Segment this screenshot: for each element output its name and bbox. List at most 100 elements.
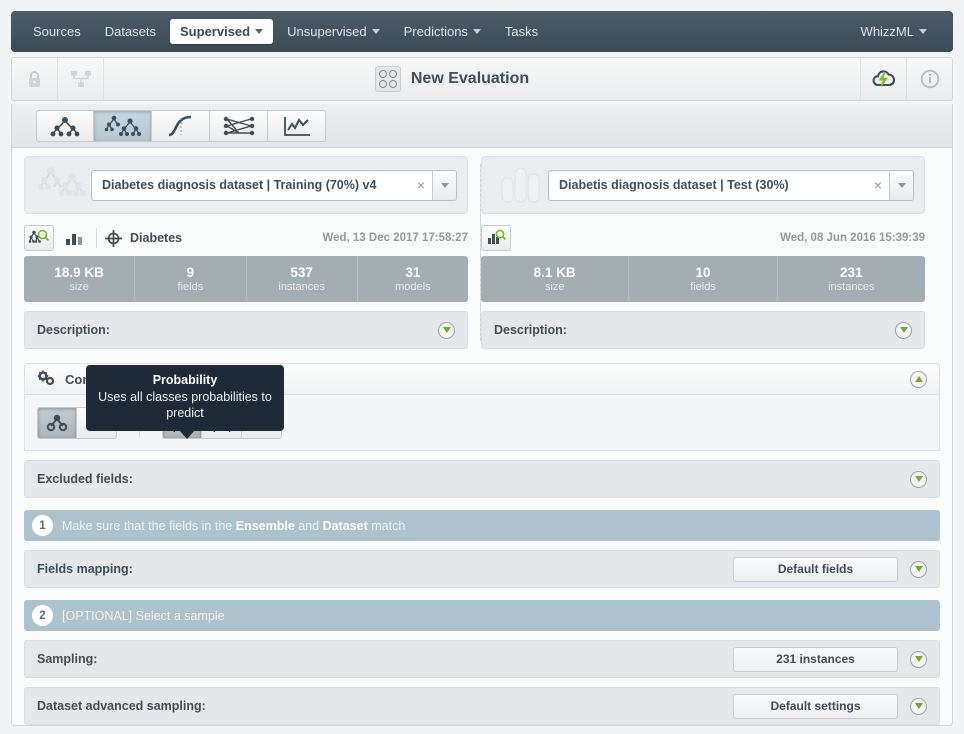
stat-label: fields: [690, 281, 716, 293]
tree-outline-icon: [44, 413, 70, 433]
nav-item-label: Tasks: [505, 24, 538, 39]
step-text-part: Make sure that the fields in the: [62, 519, 236, 533]
time-series-icon: [282, 115, 312, 137]
expand-down-icon[interactable]: [910, 561, 927, 578]
nav-item-tasks[interactable]: Tasks: [495, 19, 548, 44]
dataset-created-date: Wed, 08 Jun 2016 15:39:39: [780, 232, 925, 244]
clear-icon[interactable]: ×: [410, 177, 432, 193]
expand-down-icon[interactable]: [438, 322, 455, 339]
ensemble-preview-button[interactable]: [24, 225, 54, 251]
dataset-description-row[interactable]: Description:: [481, 311, 925, 349]
nav-item-whizzml[interactable]: WhizzML: [851, 19, 937, 44]
chevron-down-icon[interactable]: [889, 171, 913, 200]
expand-down-icon[interactable]: [895, 322, 912, 339]
divider: [96, 228, 97, 248]
dataset-icon: [492, 163, 548, 207]
probability-tooltip: Probability Uses all classes probabiliti…: [86, 365, 284, 431]
nav-item-label: Predictions: [404, 24, 468, 39]
advanced-sampling-value[interactable]: Default settings: [733, 694, 898, 719]
sampling-value[interactable]: 231 instances: [733, 647, 898, 672]
step-2-text: [OPTIONAL] Select a sample: [62, 609, 225, 623]
nav-item-datasets[interactable]: Datasets: [95, 19, 166, 44]
ensemble-created-date: Wed, 13 Dec 2017 17:58:27: [322, 232, 468, 244]
step-text-bold: Dataset: [323, 519, 368, 533]
single-model-mode-button[interactable]: [37, 407, 77, 439]
nav-item-unsupervised[interactable]: Unsupervised: [277, 19, 390, 44]
dataset-select-input[interactable]: Diabetis diagnosis dataset | Test (30%) …: [548, 170, 914, 201]
fields-mapping-label: Fields mapping:: [37, 562, 133, 576]
collapse-up-icon[interactable]: [910, 371, 927, 388]
tab-logistic-regression[interactable]: [152, 110, 210, 142]
ensemble-search-icon: [29, 229, 49, 247]
tab-deepnet[interactable]: [210, 110, 268, 142]
decision-tree-icon: [48, 115, 82, 137]
step-2-banner: 2 [OPTIONAL] Select a sample: [24, 600, 940, 631]
tooltip-body: Uses all classes probabilities to predic…: [96, 389, 274, 421]
step-text-part: match: [368, 519, 406, 533]
step-1-banner: 1 Make sure that the fields in the Ensem…: [24, 510, 940, 541]
cloud-bolt-icon: [871, 69, 897, 89]
stat-label: fields: [178, 281, 204, 293]
dataset-pane: Diabetis diagnosis dataset | Test (30%) …: [481, 156, 925, 349]
expand-down-icon[interactable]: [910, 651, 927, 668]
step-1-text: Make sure that the fields in the Ensembl…: [62, 519, 405, 533]
page-title-wrapper: New Evaluation: [44, 66, 860, 92]
stat-item: 9 fields: [135, 256, 246, 302]
gears-icon: [37, 370, 57, 388]
resource-selection-panes: Diabetes diagnosis dataset | Training (7…: [12, 148, 952, 349]
sampling-label: Sampling:: [37, 652, 97, 666]
description-label: Description:: [37, 323, 110, 337]
dataset-stats: 8.1 KB size 10 fields 231 instances: [481, 256, 925, 302]
nav-item-label: Supervised: [180, 24, 250, 39]
stat-value: 9: [187, 265, 195, 280]
stat-label: size: [545, 281, 565, 293]
info-button[interactable]: [906, 58, 952, 100]
step-text-bold: Ensemble: [236, 519, 295, 533]
dataset-selector-box: Diabetis diagnosis dataset | Test (30%) …: [481, 156, 925, 214]
lock-icon: [27, 70, 42, 88]
quick-action-button[interactable]: [860, 58, 906, 100]
dataset-preview-button[interactable]: [481, 225, 511, 251]
sampling-row[interactable]: Sampling: 231 instances: [24, 640, 940, 678]
tab-ensemble[interactable]: [94, 110, 152, 142]
ensemble-description-row[interactable]: Description:: [24, 311, 468, 349]
stat-item: 10 fields: [629, 256, 777, 302]
expand-down-icon[interactable]: [910, 471, 927, 488]
tab-model[interactable]: [36, 110, 94, 142]
stat-item: 18.9 KB size: [24, 256, 135, 302]
nav-item-label: Datasets: [105, 24, 156, 39]
ensemble-histogram-icon[interactable]: [62, 225, 88, 251]
step-text-part: and: [295, 519, 323, 533]
header-actions: [860, 58, 952, 100]
ensemble-select-input[interactable]: Diabetes diagnosis dataset | Training (7…: [91, 170, 457, 201]
chevron-down-icon[interactable]: [432, 171, 456, 200]
expand-down-icon[interactable]: [910, 698, 927, 715]
info-icon: [920, 69, 940, 89]
stat-label: size: [69, 281, 89, 293]
chevron-down-icon: [473, 29, 481, 34]
tab-time-series[interactable]: [268, 110, 326, 142]
advanced-sampling-row[interactable]: Dataset advanced sampling: Default setti…: [24, 687, 940, 725]
stat-value: 31: [405, 265, 420, 280]
stat-value: 8.1 KB: [534, 265, 576, 280]
stat-value: 537: [290, 265, 313, 280]
resource-header: New Evaluation: [11, 57, 953, 101]
nav-item-label: Sources: [33, 24, 81, 39]
step-number: 1: [32, 515, 53, 536]
nav-item-label: WhizzML: [861, 24, 914, 39]
fields-mapping-row[interactable]: Fields mapping: Default fields: [24, 550, 940, 588]
stat-item: 231 instances: [778, 256, 925, 302]
step-number: 2: [32, 605, 53, 626]
clear-icon[interactable]: ×: [867, 177, 889, 193]
stat-label: instances: [828, 281, 874, 293]
fields-mapping-value[interactable]: Default fields: [733, 557, 898, 582]
evaluation-form-card: Diabetes diagnosis dataset | Training (7…: [11, 148, 953, 726]
ensemble-selector-box: Diabetes diagnosis dataset | Training (7…: [24, 156, 468, 214]
stat-value: 18.9 KB: [54, 265, 104, 280]
nav-item-sources[interactable]: Sources: [23, 19, 91, 44]
excluded-fields-row[interactable]: Excluded fields:: [24, 460, 940, 498]
stat-item: 537 instances: [247, 256, 358, 302]
nav-item-predictions[interactable]: Predictions: [394, 19, 491, 44]
dataset-search-icon: [486, 229, 506, 247]
nav-item-supervised[interactable]: Supervised: [170, 19, 273, 44]
